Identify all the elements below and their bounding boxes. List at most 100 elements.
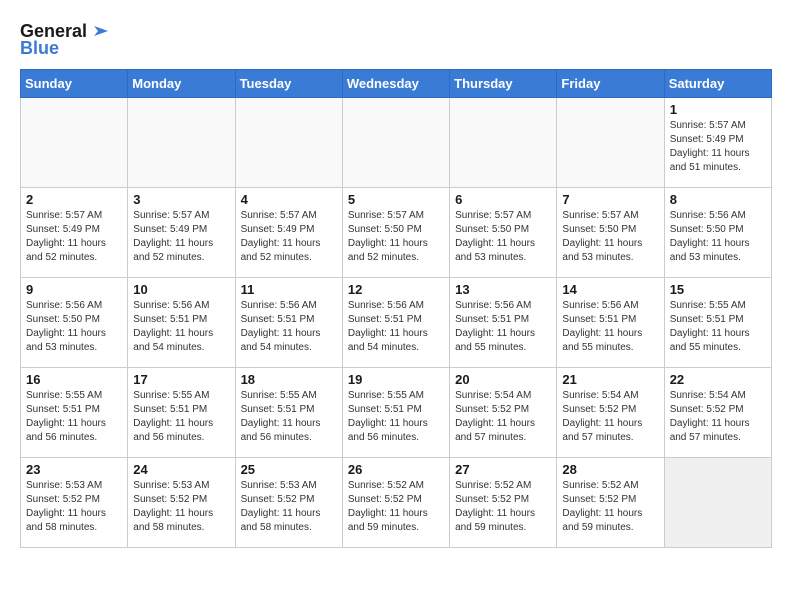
- day-number: 4: [241, 192, 337, 207]
- day-info: Sunrise: 5:54 AM Sunset: 5:52 PM Dayligh…: [670, 389, 766, 445]
- calendar-week-4: 16 Sunrise: 5:55 AM Sunset: 5:51 PM Dayli…: [21, 368, 772, 458]
- day-info: Sunrise: 5:55 AM Sunset: 5:51 PM Dayligh…: [241, 389, 337, 445]
- calendar-cell: [342, 98, 449, 188]
- day-number: 7: [562, 192, 658, 207]
- day-info: Sunrise: 5:56 AM Sunset: 5:51 PM Dayligh…: [455, 299, 551, 355]
- calendar-cell: 15Sunrise: 5:55 AM Sunset: 5:51 PM Dayli…: [664, 278, 771, 368]
- calendar-cell: 9 Sunrise: 5:56 AM Sunset: 5:50 PM Daylig…: [21, 278, 128, 368]
- calendar-cell: [664, 458, 771, 548]
- day-number: 14: [562, 282, 658, 297]
- day-number: 25: [241, 462, 337, 477]
- calendar-cell: [235, 98, 342, 188]
- calendar-cell: 10 Sunrise: 5:56 AM Sunset: 5:51 PM Dayli…: [128, 278, 235, 368]
- day-number: 6: [455, 192, 551, 207]
- calendar-cell: 4 Sunrise: 5:57 AM Sunset: 5:49 PM Daylig…: [235, 188, 342, 278]
- day-number: 13: [455, 282, 551, 297]
- calendar-cell: [557, 98, 664, 188]
- day-info: Sunrise: 5:55 AM Sunset: 5:51 PM Dayligh…: [348, 389, 444, 445]
- calendar-week-3: 9 Sunrise: 5:56 AM Sunset: 5:50 PM Daylig…: [21, 278, 772, 368]
- day-info: Sunrise: 5:57 AM Sunset: 5:49 PM Dayligh…: [26, 209, 122, 265]
- day-info: Sunrise: 5:57 AM Sunset: 5:50 PM Dayligh…: [562, 209, 658, 265]
- calendar-cell: 18 Sunrise: 5:55 AM Sunset: 5:51 PM Dayli…: [235, 368, 342, 458]
- day-number: 27: [455, 462, 551, 477]
- day-info: Sunrise: 5:57 AM Sunset: 5:49 PM Dayligh…: [670, 119, 766, 175]
- day-number: 17: [133, 372, 229, 387]
- weekday-header-saturday: Saturday: [664, 70, 771, 98]
- calendar-cell: 1 Sunrise: 5:57 AM Sunset: 5:49 PM Daylig…: [664, 98, 771, 188]
- day-number: 12: [348, 282, 444, 297]
- day-info: Sunrise: 5:55 AM Sunset: 5:51 PM Dayligh…: [133, 389, 229, 445]
- calendar-cell: [128, 98, 235, 188]
- day-info: Sunrise: 5:56 AM Sunset: 5:51 PM Dayligh…: [348, 299, 444, 355]
- day-number: 26: [348, 462, 444, 477]
- day-info: Sunrise: 5:56 AM Sunset: 5:50 PM Dayligh…: [670, 209, 766, 265]
- calendar-cell: 14 Sunrise: 5:56 AM Sunset: 5:51 PM Dayli…: [557, 278, 664, 368]
- day-info: Sunrise: 5:54 AM Sunset: 5:52 PM Dayligh…: [455, 389, 551, 445]
- calendar-cell: 5 Sunrise: 5:57 AM Sunset: 5:50 PM Daylig…: [342, 188, 449, 278]
- weekday-header-sunday: Sunday: [21, 70, 128, 98]
- weekday-header-friday: Friday: [557, 70, 664, 98]
- day-info: Sunrise: 5:57 AM Sunset: 5:50 PM Dayligh…: [455, 209, 551, 265]
- calendar-cell: 19 Sunrise: 5:55 AM Sunset: 5:51 PM Dayli…: [342, 368, 449, 458]
- page-header: General Blue: [20, 20, 772, 59]
- calendar-cell: 24 Sunrise: 5:53 AM Sunset: 5:52 PM Dayli…: [128, 458, 235, 548]
- day-info: Sunrise: 5:53 AM Sunset: 5:52 PM Dayligh…: [241, 479, 337, 535]
- day-info: Sunrise: 5:53 AM Sunset: 5:52 PM Dayligh…: [26, 479, 122, 535]
- calendar-cell: 25 Sunrise: 5:53 AM Sunset: 5:52 PM Dayli…: [235, 458, 342, 548]
- calendar-cell: 20Sunrise: 5:54 AM Sunset: 5:52 PM Dayli…: [450, 368, 557, 458]
- day-number: 10: [133, 282, 229, 297]
- day-number: 23: [26, 462, 122, 477]
- day-number: 11: [241, 282, 337, 297]
- day-number: 9: [26, 282, 122, 297]
- day-number: 21: [562, 372, 658, 387]
- calendar-cell: 11 Sunrise: 5:56 AM Sunset: 5:51 PM Dayli…: [235, 278, 342, 368]
- logo-blue: Blue: [20, 38, 59, 59]
- weekday-header-wednesday: Wednesday: [342, 70, 449, 98]
- day-info: Sunrise: 5:57 AM Sunset: 5:50 PM Dayligh…: [348, 209, 444, 265]
- day-number: 5: [348, 192, 444, 207]
- calendar-cell: 17 Sunrise: 5:55 AM Sunset: 5:51 PM Dayli…: [128, 368, 235, 458]
- calendar-cell: 12 Sunrise: 5:56 AM Sunset: 5:51 PM Dayli…: [342, 278, 449, 368]
- day-number: 19: [348, 372, 444, 387]
- day-number: 2: [26, 192, 122, 207]
- calendar-cell: 3Sunrise: 5:57 AM Sunset: 5:49 PM Daylig…: [128, 188, 235, 278]
- day-number: 28: [562, 462, 658, 477]
- calendar-week-1: 1 Sunrise: 5:57 AM Sunset: 5:49 PM Daylig…: [21, 98, 772, 188]
- day-number: 24: [133, 462, 229, 477]
- calendar-table: SundayMondayTuesdayWednesdayThursdayFrid…: [20, 69, 772, 548]
- day-info: Sunrise: 5:57 AM Sunset: 5:49 PM Dayligh…: [241, 209, 337, 265]
- day-info: Sunrise: 5:52 AM Sunset: 5:52 PM Dayligh…: [348, 479, 444, 535]
- calendar-cell: 26 Sunrise: 5:52 AM Sunset: 5:52 PM Dayli…: [342, 458, 449, 548]
- day-info: Sunrise: 5:56 AM Sunset: 5:51 PM Dayligh…: [562, 299, 658, 355]
- calendar-cell: [450, 98, 557, 188]
- calendar-week-2: 2 Sunrise: 5:57 AM Sunset: 5:49 PM Daylig…: [21, 188, 772, 278]
- day-info: Sunrise: 5:57 AM Sunset: 5:49 PM Dayligh…: [133, 209, 229, 265]
- day-info: Sunrise: 5:56 AM Sunset: 5:51 PM Dayligh…: [241, 299, 337, 355]
- calendar-cell: 22 Sunrise: 5:54 AM Sunset: 5:52 PM Dayli…: [664, 368, 771, 458]
- calendar-cell: 28 Sunrise: 5:52 AM Sunset: 5:52 PM Dayli…: [557, 458, 664, 548]
- calendar-cell: 2 Sunrise: 5:57 AM Sunset: 5:49 PM Daylig…: [21, 188, 128, 278]
- day-info: Sunrise: 5:55 AM Sunset: 5:51 PM Dayligh…: [26, 389, 122, 445]
- day-number: 15: [670, 282, 766, 297]
- calendar-cell: 7 Sunrise: 5:57 AM Sunset: 5:50 PM Daylig…: [557, 188, 664, 278]
- calendar-cell: 16 Sunrise: 5:55 AM Sunset: 5:51 PM Dayli…: [21, 368, 128, 458]
- calendar-week-5: 23 Sunrise: 5:53 AM Sunset: 5:52 PM Dayli…: [21, 458, 772, 548]
- calendar-cell: 21Sunrise: 5:54 AM Sunset: 5:52 PM Dayli…: [557, 368, 664, 458]
- day-number: 8: [670, 192, 766, 207]
- day-info: Sunrise: 5:56 AM Sunset: 5:50 PM Dayligh…: [26, 299, 122, 355]
- day-number: 1: [670, 102, 766, 117]
- calendar-cell: 23 Sunrise: 5:53 AM Sunset: 5:52 PM Dayli…: [21, 458, 128, 548]
- weekday-header-thursday: Thursday: [450, 70, 557, 98]
- day-number: 22: [670, 372, 766, 387]
- logo-arrow-icon: [90, 20, 112, 42]
- weekday-header-tuesday: Tuesday: [235, 70, 342, 98]
- day-info: Sunrise: 5:56 AM Sunset: 5:51 PM Dayligh…: [133, 299, 229, 355]
- calendar-cell: 27 Sunrise: 5:52 AM Sunset: 5:52 PM Dayli…: [450, 458, 557, 548]
- calendar-cell: 8 Sunrise: 5:56 AM Sunset: 5:50 PM Daylig…: [664, 188, 771, 278]
- day-info: Sunrise: 5:52 AM Sunset: 5:52 PM Dayligh…: [562, 479, 658, 535]
- day-info: Sunrise: 5:53 AM Sunset: 5:52 PM Dayligh…: [133, 479, 229, 535]
- day-number: 16: [26, 372, 122, 387]
- logo: General Blue: [20, 20, 112, 59]
- day-number: 18: [241, 372, 337, 387]
- day-info: Sunrise: 5:52 AM Sunset: 5:52 PM Dayligh…: [455, 479, 551, 535]
